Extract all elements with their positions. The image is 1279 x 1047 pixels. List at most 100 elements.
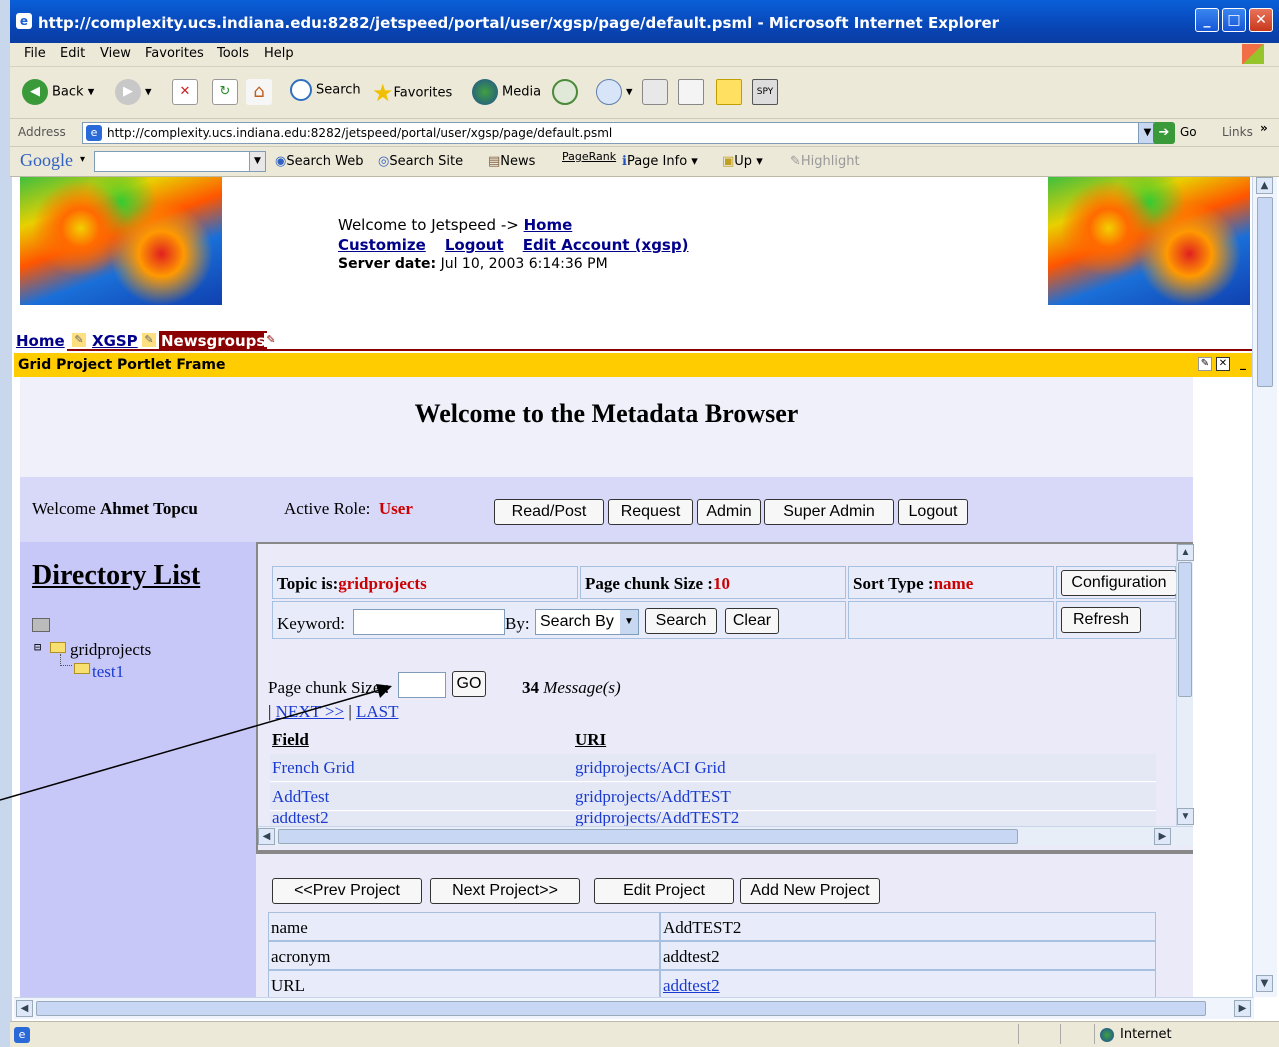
tab-home[interactable]: Home (14, 331, 67, 351)
address-input[interactable]: e http://complexity.ucs.indiana.edu:8282… (82, 122, 1157, 144)
clear-button[interactable]: Clear (725, 608, 779, 634)
inner-horizontal-scrollbar[interactable]: ◀ ▶ (258, 826, 1193, 846)
row-uri[interactable]: gridprojects/ACI Grid (575, 758, 726, 778)
news-button[interactable]: ▤News (488, 154, 535, 169)
forward-button[interactable]: ▶ ▾ (115, 79, 152, 105)
scroll-up-icon[interactable]: ▲ (1177, 544, 1194, 561)
refresh-button[interactable]: Refresh (1061, 607, 1141, 633)
pagerank-indicator[interactable]: PageRank (562, 150, 616, 163)
address-bar: Address e http://complexity.ucs.indiana.… (10, 119, 1279, 147)
table-row[interactable]: AddTest gridprojects/AddTEST (270, 783, 1156, 811)
keyword-cell: Keyword: By: Search By ▼ Search Clear (272, 601, 846, 639)
next-project-button[interactable]: Next Project>> (430, 878, 580, 904)
edit-project-button[interactable]: Edit Project (594, 878, 734, 904)
media-button[interactable]: Media (472, 79, 541, 105)
request-button[interactable]: Request (608, 499, 693, 525)
customize-link[interactable]: Customize (338, 236, 426, 254)
edit-pencil-icon[interactable]: ✎ (264, 333, 278, 347)
menu-favorites[interactable]: Favorites (145, 46, 204, 61)
scroll-thumb[interactable] (278, 829, 1018, 844)
spy-button[interactable]: SPY (752, 79, 782, 105)
search-site-button[interactable]: ◎Search Site (378, 154, 463, 169)
minimize-portlet-icon[interactable]: _ (1236, 357, 1250, 371)
collapse-toggle-icon[interactable]: ⊟ (34, 640, 41, 654)
sort-value: name (933, 574, 974, 593)
chevron-right-icon[interactable]: » (1260, 121, 1268, 135)
google-logo[interactable]: Google (20, 150, 73, 171)
admin-button[interactable]: Admin (697, 499, 761, 525)
links-label[interactable]: Links (1222, 125, 1253, 139)
highlight-button[interactable]: ✎Highlight (790, 154, 860, 169)
inner-vertical-scrollbar[interactable]: ▲ ▼ (1176, 544, 1194, 826)
edit-portlet-icon[interactable]: ✎ (1198, 357, 1212, 371)
history-button[interactable] (552, 79, 582, 105)
scroll-up-icon[interactable]: ▲ (1256, 177, 1273, 194)
logout-button[interactable]: Logout (898, 499, 968, 525)
row-uri[interactable]: gridprojects/AddTEST (575, 787, 731, 807)
menu-file[interactable]: File (24, 46, 46, 61)
tree-node-gridprojects[interactable]: gridprojects (70, 640, 151, 660)
minimize-button[interactable]: _ (1195, 8, 1219, 32)
go-button[interactable]: Go (1180, 125, 1197, 139)
scroll-left-icon[interactable]: ◀ (258, 828, 275, 845)
read-post-button[interactable]: Read/Post (494, 499, 604, 525)
scroll-down-icon[interactable]: ▼ (1256, 975, 1273, 992)
maximize-button[interactable]: □ (1222, 8, 1246, 32)
mail-button[interactable]: ▾ (596, 79, 633, 105)
google-dropdown-icon[interactable]: ▼ (249, 152, 265, 171)
logout-link[interactable]: Logout (445, 236, 504, 254)
home-button[interactable]: ⌂ (246, 79, 276, 105)
configuration-button[interactable]: Configuration (1061, 570, 1177, 596)
keyword-input[interactable] (353, 609, 505, 635)
stop-button[interactable]: ✕ (172, 79, 202, 105)
page-chunk-input[interactable] (398, 672, 446, 698)
welcome-user: Welcome Ahmet Topcu (32, 499, 198, 518)
close-portlet-icon[interactable]: ✕ (1216, 357, 1230, 371)
search-button[interactable]: Search (645, 608, 717, 634)
edit-account-link[interactable]: Edit Account (xgsp) (523, 236, 689, 254)
tab-newsgroups[interactable]: Newsgroups (159, 331, 268, 351)
google-menu-icon[interactable]: ▾ (80, 154, 85, 165)
page-horizontal-scrollbar[interactable]: ◀ ▶ (14, 997, 1254, 1019)
go-button[interactable]: GO (452, 671, 486, 697)
scroll-right-icon[interactable]: ▶ (1234, 1000, 1251, 1017)
search-by-select[interactable]: Search By ▼ (535, 609, 639, 635)
add-new-project-button[interactable]: Add New Project (740, 878, 880, 904)
row-uri[interactable]: gridprojects/AddTEST2 (575, 812, 739, 826)
scroll-thumb[interactable] (1178, 562, 1192, 697)
back-button[interactable]: ◀ Back ▾ (22, 79, 94, 105)
scroll-thumb[interactable] (1257, 197, 1273, 387)
menu-view[interactable]: View (100, 46, 131, 61)
url-link[interactable]: addtest2 (663, 976, 720, 996)
favorites-button[interactable]: ★Favorites (372, 79, 452, 107)
edit-pencil-icon[interactable]: ✎ (72, 333, 86, 347)
google-search-input[interactable]: ▼ (94, 151, 266, 172)
page-info-button[interactable]: ℹPage Info ▾ (622, 154, 698, 169)
print-button[interactable] (642, 79, 672, 105)
messenger-button[interactable] (716, 79, 746, 105)
table-row[interactable]: French Grid gridprojects/ACI Grid (270, 754, 1156, 782)
super-admin-button[interactable]: Super Admin (764, 499, 894, 525)
prev-project-button[interactable]: <<Prev Project (272, 878, 422, 904)
search-button[interactable]: Search (290, 79, 361, 101)
go-arrow-icon[interactable]: ➔ (1153, 122, 1175, 144)
edit-button[interactable] (678, 79, 708, 105)
refresh-button[interactable]: ↻ (212, 79, 242, 105)
table-row[interactable]: addtest2 gridprojects/AddTEST2 (270, 812, 1156, 826)
home-link[interactable]: Home (524, 216, 573, 234)
row-field[interactable]: addtest2 (272, 812, 329, 826)
up-button[interactable]: ▣Up ▾ (722, 154, 763, 169)
menu-edit[interactable]: Edit (60, 46, 85, 61)
menu-tools[interactable]: Tools (217, 46, 249, 61)
menu-help[interactable]: Help (264, 46, 294, 61)
scroll-down-icon[interactable]: ▼ (1177, 808, 1194, 825)
scroll-left-icon[interactable]: ◀ (16, 1000, 33, 1017)
scroll-right-icon[interactable]: ▶ (1154, 828, 1171, 845)
edit-pencil-icon[interactable]: ✎ (142, 333, 156, 347)
tab-xgsp[interactable]: XGSP (90, 331, 140, 351)
annotation-arrow (0, 684, 392, 801)
page-vertical-scrollbar[interactable]: ▲ ▼ (1252, 177, 1277, 997)
search-web-button[interactable]: ◉Search Web (275, 154, 363, 169)
close-button[interactable]: ✕ (1249, 8, 1273, 32)
scroll-thumb[interactable] (36, 1001, 1206, 1016)
